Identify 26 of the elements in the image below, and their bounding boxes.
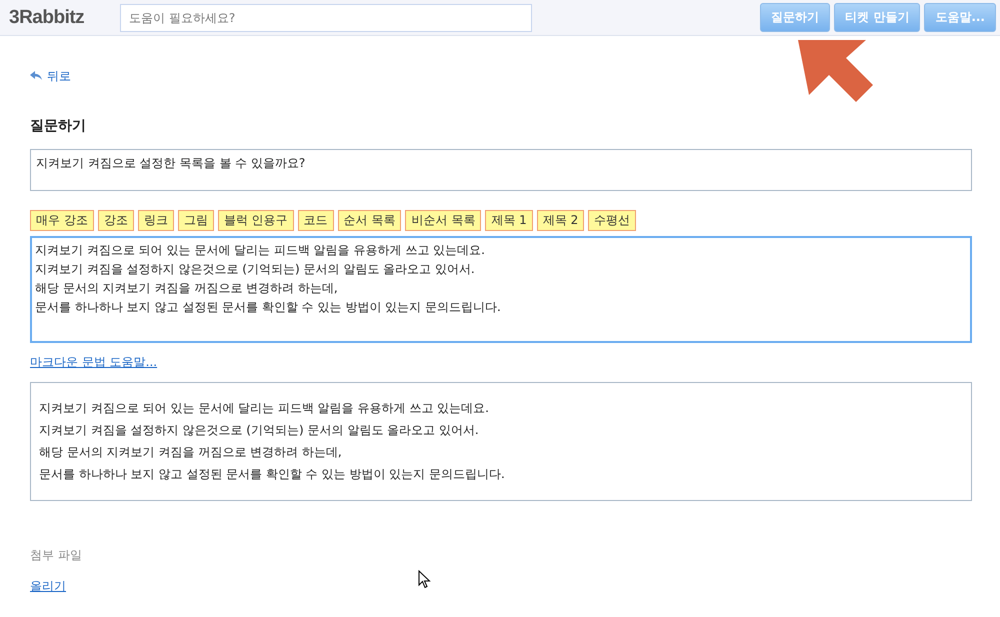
markdown-help-link[interactable]: 마크다운 문법 도움말... <box>30 354 158 371</box>
question-field[interactable]: 지켜보기 켜짐으로 설정한 목록을 볼 수 있을까요? <box>30 149 972 191</box>
back-link[interactable]: 뒤로 <box>30 68 71 84</box>
editor-field[interactable]: 지켜보기 켜짐으로 되어 있는 문서에 달리는 피드백 알림을 유용하게 쓰고 있는데요. 지켜보기 켜짐을 설정하지 않은것으로 (기억되는) 문서의 알림도 올라오고 있어서. 해당 문서의 지켜보기 켜짐을 꺼짐으로 변경하려 하는데, 문서를 하나하나 보지 않고 설정된 문서를 확인할 수 있는 방법이 있는지 문의드립니다. <box>30 236 972 343</box>
format-button[interactable]: 매우 강조 <box>30 210 94 231</box>
preview-line: 문서를 하나하나 보지 않고 설정된 문서를 확인할 수 있는 방법이 있는지 문의드립니다. <box>39 466 506 483</box>
preview-line: 지켜보기 켜짐을 설정하지 않은것으로 (기억되는) 문서의 알림도 올라오고 있어서. <box>39 422 480 439</box>
preview-line: 해당 문서의 지켜보기 켜짐을 꺼짐으로 변경하려 하는데, <box>39 444 343 461</box>
format-button[interactable]: 링크 <box>138 210 174 231</box>
search-field[interactable]: 도움이 필요하세요? <box>120 4 532 32</box>
format-button[interactable]: 강조 <box>98 210 134 231</box>
format-button[interactable]: 수평선 <box>588 210 636 231</box>
upload-link[interactable]: 올리기 <box>30 578 66 595</box>
preview-line: 지켜보기 켜짐으로 되어 있는 문서에 달리는 피드백 알림을 유용하게 쓰고 있는데요. <box>39 400 490 417</box>
format-button[interactable]: 블럭 인용구 <box>218 210 294 231</box>
format-button[interactable]: 그림 <box>178 210 214 231</box>
page-title: 질문하기 <box>30 117 87 135</box>
format-button[interactable]: 순서 목록 <box>338 210 402 231</box>
format-button[interactable]: 제목 1 <box>485 210 533 231</box>
back-arrow-icon <box>30 71 42 81</box>
logo[interactable]: 3Rabbitz <box>9 6 120 28</box>
format-button[interactable]: 비순서 목록 <box>405 210 482 231</box>
format-button[interactable]: 제목 2 <box>536 210 584 231</box>
mouse-cursor-icon <box>418 570 431 589</box>
format-button[interactable]: 코드 <box>298 210 334 231</box>
attachments-label: 첨부 파일 <box>30 547 83 564</box>
